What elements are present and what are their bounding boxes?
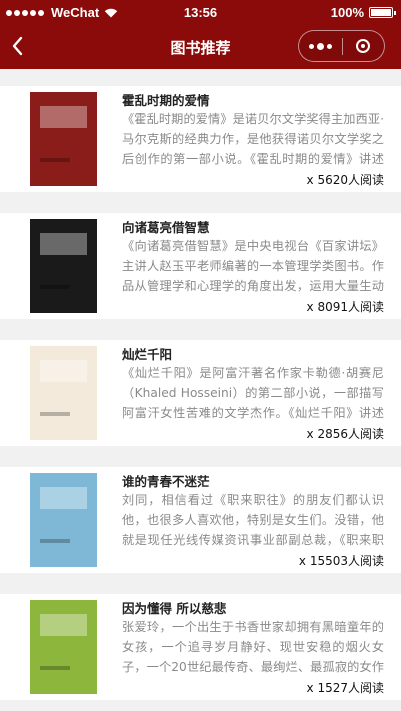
phone-screen: WeChat 13:56 100% 图书推荐 霍乱时期的爱情 《霍乱时期的爱情》… <box>0 0 401 711</box>
book-cover-image <box>30 600 97 694</box>
list-separator <box>0 192 401 213</box>
book-title: 灿烂千阳 <box>122 347 173 362</box>
book-list-item[interactable]: 因为懂得 所以慈悲 张爱玲，一个出生于书香世家却拥有黑暗童年的女孩，一个追寻岁月… <box>0 594 401 700</box>
book-description: 《灿烂千阳》是阿富汗著名作家卡勒德·胡赛尼（Khaled Hosseini）的第… <box>122 366 384 420</box>
battery-icon <box>369 7 396 18</box>
book-cover-image <box>30 473 97 567</box>
book-title: 谁的青春不迷茫 <box>122 474 210 489</box>
list-separator <box>0 319 401 340</box>
book-list-item[interactable]: 霍乱时期的爱情 《霍乱时期的爱情》是诺贝尔文学奖得主加西亚·马尔克斯的经典力作，… <box>0 86 401 192</box>
book-description: 刘同，相信看过《职来职往》的朋友们都认识他，也很多人喜欢他，特别是女生们。没错，… <box>122 493 384 547</box>
navigation-bar: 图书推荐 <box>0 24 401 69</box>
read-count: x 1527人阅读 <box>306 681 384 695</box>
book-description: 《霍乱时期的爱情》是诺贝尔文学奖得主加西亚·马尔克斯的经典力作，是他获得诺贝尔文… <box>122 112 384 166</box>
status-bar-right: 100% <box>330 5 396 20</box>
list-separator <box>0 700 401 711</box>
book-list-item[interactable]: 谁的青春不迷茫 刘同，相信看过《职来职往》的朋友们都认识他，也很多人喜欢他，特别… <box>0 467 401 573</box>
more-button[interactable] <box>299 31 342 61</box>
book-title: 因为懂得 所以慈悲 <box>122 601 227 616</box>
book-cover-image <box>30 346 97 440</box>
book-cover-image <box>30 219 97 313</box>
read-count: x 2856人阅读 <box>306 427 384 441</box>
list-separator <box>0 69 401 86</box>
book-description: 张爱玲，一个出生于书香世家却拥有黑暗童年的女孩，一个追寻岁月静好、现世安稳的烟火… <box>122 620 384 674</box>
more-dots-icon <box>308 42 334 50</box>
mini-program-capsule <box>298 30 385 62</box>
list-separator <box>0 573 401 594</box>
read-count: x 8091人阅读 <box>306 300 384 314</box>
status-bar: WeChat 13:56 100% <box>0 0 401 24</box>
read-count: x 15503人阅读 <box>298 554 384 568</box>
close-mini-program-button[interactable] <box>341 31 384 61</box>
book-list-item[interactable]: 向诸葛亮借智慧 《向诸葛亮借智慧》是中央电视台《百家讲坛》主讲人赵玉平老师编著的… <box>0 213 401 319</box>
book-title: 向诸葛亮借智慧 <box>122 220 210 235</box>
book-description: 《向诸葛亮借智慧》是中央电视台《百家讲坛》主讲人赵玉平老师编著的一本管理学类图书… <box>122 239 384 293</box>
list-separator <box>0 446 401 467</box>
book-cover-image <box>30 92 97 186</box>
battery-percent: 100% <box>330 5 364 20</box>
read-count: x 5620人阅读 <box>306 173 384 187</box>
book-title: 霍乱时期的爱情 <box>122 93 210 108</box>
target-circle-icon <box>355 39 370 53</box>
book-list-item[interactable]: 灿烂千阳 《灿烂千阳》是阿富汗著名作家卡勒德·胡赛尼（Khaled Hossei… <box>0 340 401 446</box>
